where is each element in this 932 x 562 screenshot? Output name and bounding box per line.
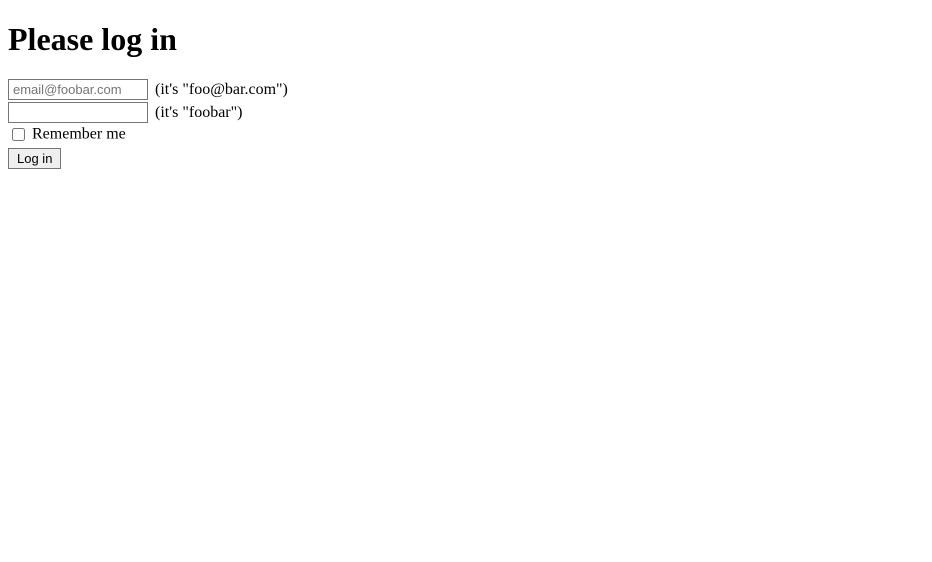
remember-checkbox[interactable] xyxy=(12,128,25,141)
login-form: (it's "foo@bar.com") (it's "foobar") Rem… xyxy=(8,79,924,169)
email-row: (it's "foo@bar.com") xyxy=(8,79,924,100)
submit-row: Log in xyxy=(8,146,924,169)
password-field[interactable] xyxy=(8,102,148,123)
password-hint: (it's "foobar") xyxy=(155,104,242,121)
page-title: Please log in xyxy=(8,21,924,58)
remember-row: Remember me xyxy=(8,125,924,144)
password-row: (it's "foobar") xyxy=(8,102,924,123)
email-field[interactable] xyxy=(8,79,148,100)
remember-label: Remember me xyxy=(32,126,126,143)
login-button[interactable]: Log in xyxy=(8,148,61,169)
email-hint: (it's "foo@bar.com") xyxy=(155,81,288,98)
